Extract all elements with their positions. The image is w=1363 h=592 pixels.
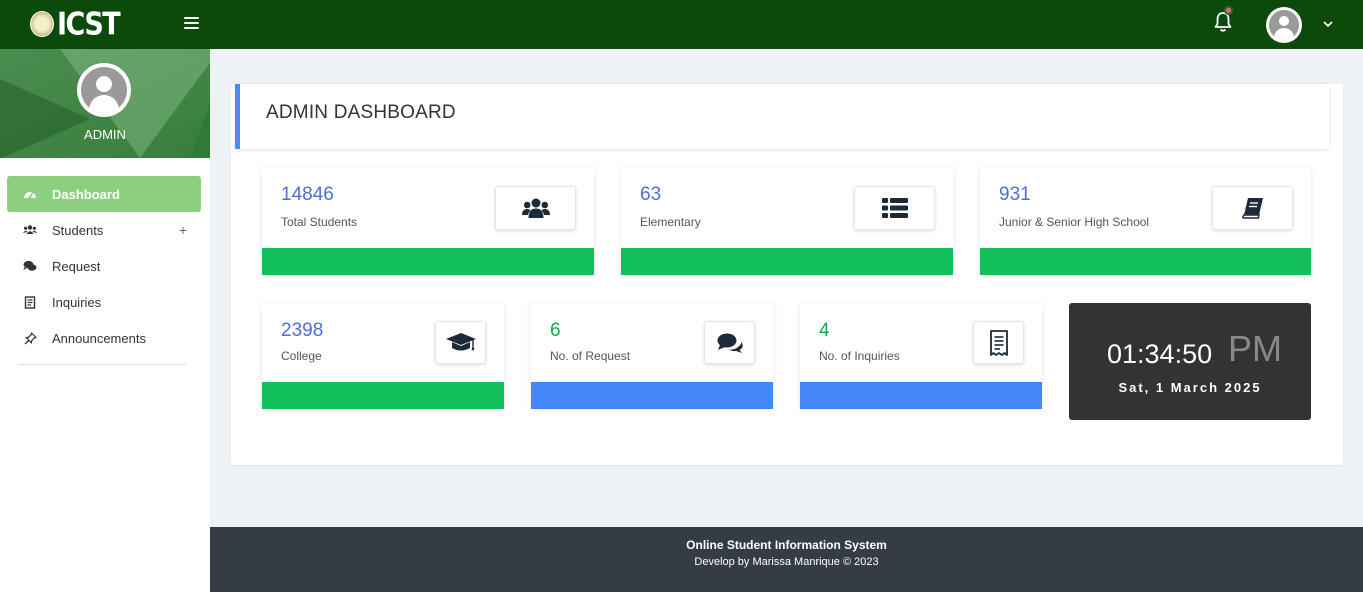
page-title: ADMIN DASHBOARD <box>266 102 456 123</box>
stat-bar <box>980 248 1311 275</box>
brand-logo[interactable]: ICST <box>30 6 121 42</box>
sidebar-item-inquiries[interactable]: Inquiries <box>7 284 201 320</box>
avatar <box>77 63 131 117</box>
user-avatar-icon[interactable] <box>1266 7 1302 43</box>
stat-value: 6 <box>550 320 561 341</box>
clock-time: 01:34:50 <box>1107 339 1213 369</box>
user-role: ADMIN <box>84 127 126 142</box>
footer-title: Online Student Information System <box>686 538 887 552</box>
stat-value: 63 <box>640 184 662 205</box>
stat-card-total-students[interactable]: 14846 Total Students <box>262 167 594 275</box>
stat-label: No. of Request <box>550 349 631 363</box>
stat-bar <box>262 248 594 275</box>
stat-value: 4 <box>819 320 830 341</box>
sidebar-item-dashboard[interactable]: Dashboard <box>7 176 201 212</box>
stat-card-elementary[interactable]: 63 Elementary <box>621 167 953 275</box>
stat-card-inquiries[interactable]: 4 No. of Inquiries <box>800 303 1042 409</box>
stat-label: Elementary <box>640 215 701 229</box>
stat-label: No. of Inquiries <box>819 349 900 363</box>
stat-label: Total Students <box>281 215 358 229</box>
clock-date: Sat, 1 March 2025 <box>1118 380 1262 395</box>
notification-dot <box>1224 6 1233 15</box>
comments-icon[interactable] <box>704 321 755 364</box>
pin-icon <box>23 331 37 345</box>
stat-bar <box>531 382 773 409</box>
stat-value: 14846 <box>281 184 334 205</box>
sidebar-item-label: Inquiries <box>52 294 102 310</box>
sidebar-item-label: Announcements <box>52 330 146 346</box>
stat-card-junior-senior-high[interactable]: 931 Junior & Senior High School <box>980 167 1311 275</box>
receipt-icon <box>23 295 37 309</box>
sidebar-item-students[interactable]: Students + <box>7 212 201 248</box>
list-icon[interactable] <box>854 186 935 230</box>
sidebar: ADMIN Dashboard Students + Request Inqui… <box>0 49 210 592</box>
sidebar-item-label: Dashboard <box>52 186 120 202</box>
users-icon[interactable] <box>495 186 576 230</box>
brand-name: ICST <box>57 6 121 42</box>
stat-bar <box>800 382 1042 409</box>
stat-label: Junior & Senior High School <box>999 215 1150 229</box>
users-icon <box>23 223 37 237</box>
stat-bar <box>621 248 953 275</box>
dashboard-card: ADMIN DASHBOARD 14846 Total Students 63 … <box>231 84 1343 465</box>
stat-bar <box>262 382 504 409</box>
page-header: ADMIN DASHBOARD <box>235 84 1329 149</box>
book-icon[interactable] <box>1212 186 1293 230</box>
chevron-down-icon[interactable] <box>1322 18 1334 30</box>
top-navbar: ICST <box>0 0 1363 49</box>
sidebar-item-label: Students <box>52 222 104 238</box>
receipt-icon[interactable] <box>973 321 1024 364</box>
expand-icon[interactable]: + <box>179 222 187 238</box>
hamburger-icon[interactable] <box>184 17 199 30</box>
sidebar-item-request[interactable]: Request <box>7 248 201 284</box>
stat-card-requests[interactable]: 6 No. of Request <box>531 303 773 409</box>
sidebar-profile: ADMIN <box>0 49 210 158</box>
footer-credit: Develop by Marissa Manrique © 2023 <box>694 556 879 568</box>
divider <box>18 364 187 365</box>
footer: Online Student Information System Develo… <box>210 527 1363 592</box>
digital-clock: 01:34:50 PM Sat, 1 March 2025 <box>1069 303 1311 420</box>
graduation-cap-icon[interactable] <box>435 321 486 364</box>
stat-value: 931 <box>999 184 1031 205</box>
stat-value: 2398 <box>281 320 324 341</box>
sidebar-item-announcements[interactable]: Announcements <box>7 320 201 356</box>
gauge-icon <box>23 187 37 201</box>
comments-icon <box>23 259 37 273</box>
stat-label: College <box>281 349 322 363</box>
sidebar-nav: Dashboard Students + Request Inquiries A… <box>7 176 201 356</box>
stat-card-college[interactable]: 2398 College <box>262 303 504 409</box>
sidebar-item-label: Request <box>52 258 101 274</box>
clock-ampm: PM <box>1228 328 1282 369</box>
school-seal-icon <box>30 11 54 37</box>
